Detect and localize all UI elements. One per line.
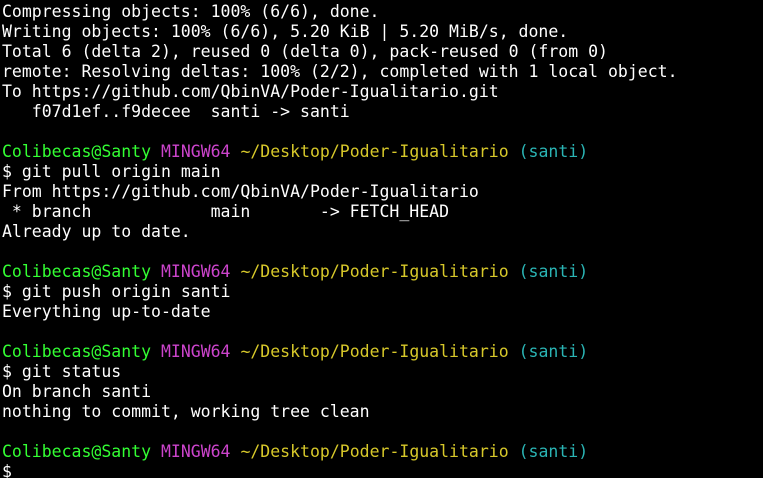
output-line: Writing objects: 100% (6/6), 5.20 KiB | … (2, 22, 569, 41)
prompt-path: ~/Desktop/Poder-Igualitario (240, 442, 509, 461)
prompt-path: ~/Desktop/Poder-Igualitario (240, 262, 509, 281)
command-text: git pull origin main (21, 162, 221, 181)
prompt-system: MINGW64 (160, 142, 231, 161)
prompt-path: ~/Desktop/Poder-Igualitario (240, 342, 509, 361)
prompt-symbol: $ (2, 362, 12, 381)
active-command-line[interactable]: $ (2, 462, 763, 478)
prompt-line: Colibecas@Santy MINGW64 ~/Desktop/Poder-… (2, 262, 763, 282)
prompt-branch: (santi) (518, 262, 589, 281)
prompt-symbol: $ (2, 282, 12, 301)
command-line: $ git status (2, 362, 763, 382)
command-line: $ git pull origin main (2, 162, 763, 182)
output-line: f07d1ef..f9decee santi -> santi (2, 102, 350, 121)
output-line: nothing to commit, working tree clean (2, 402, 370, 421)
command-text: git push origin santi (21, 282, 231, 301)
prompt-branch: (santi) (518, 142, 589, 161)
output-line: Compressing objects: 100% (6/6), done. (2, 2, 380, 21)
prompt-symbol: $ (2, 462, 12, 478)
output-line: remote: Resolving deltas: 100% (2/2), co… (2, 62, 678, 81)
prompt-system: MINGW64 (160, 442, 231, 461)
output-line: Everything up-to-date (2, 302, 211, 321)
prompt-system: MINGW64 (160, 262, 231, 281)
prompt-user: Colibecas@Santy (2, 262, 152, 281)
output-line: On branch santi (2, 382, 152, 401)
prompt-system: MINGW64 (160, 342, 231, 361)
prompt-path: ~/Desktop/Poder-Igualitario (240, 142, 509, 161)
command-text: git status (21, 362, 122, 381)
prompt-user: Colibecas@Santy (2, 442, 152, 461)
prompt-symbol: $ (2, 162, 12, 181)
output-line: From https://github.com/QbinVA/Poder-Igu… (2, 182, 479, 201)
output-line: To https://github.com/QbinVA/Poder-Igual… (2, 82, 499, 101)
prompt-line: Colibecas@Santy MINGW64 ~/Desktop/Poder-… (2, 142, 763, 162)
prompt-user: Colibecas@Santy (2, 342, 152, 361)
prompt-user: Colibecas@Santy (2, 142, 152, 161)
output-line: * branch main -> FETCH_HEAD (2, 202, 450, 221)
command-line: $ git push origin santi (2, 282, 763, 302)
prompt-line: Colibecas@Santy MINGW64 ~/Desktop/Poder-… (2, 442, 763, 462)
prompt-branch: (santi) (518, 442, 589, 461)
output-line: Total 6 (delta 2), reused 0 (delta 0), p… (2, 42, 608, 61)
prompt-branch: (santi) (518, 342, 589, 361)
terminal-window[interactable]: Compressing objects: 100% (6/6), done. W… (0, 0, 763, 478)
output-line: Already up to date. (2, 222, 191, 241)
prompt-line: Colibecas@Santy MINGW64 ~/Desktop/Poder-… (2, 342, 763, 362)
